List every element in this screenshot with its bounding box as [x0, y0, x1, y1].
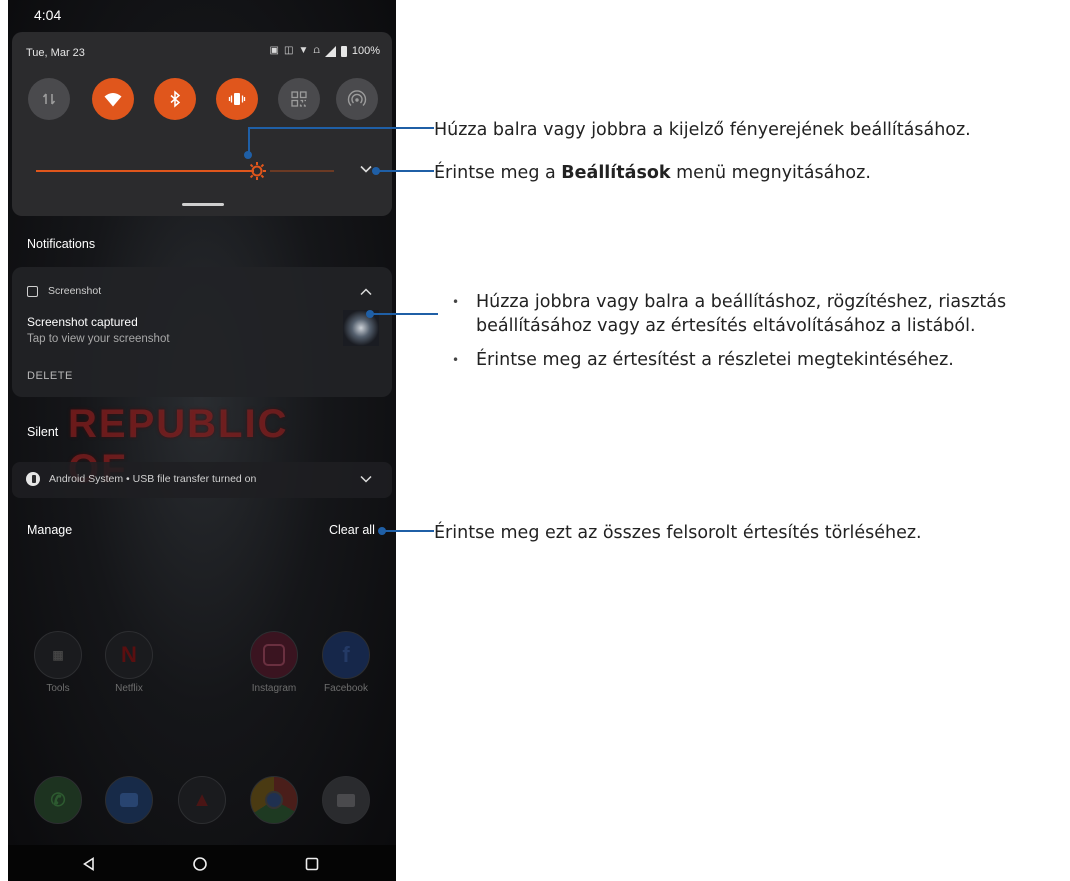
app-netflix[interactable]: N Netflix: [104, 631, 154, 694]
data-arrows-icon: [42, 93, 56, 105]
tile-wifi[interactable]: [92, 78, 134, 120]
silent-header: Silent: [27, 425, 59, 439]
brightness-callout-line: [248, 127, 434, 129]
settings-callout-line: [378, 170, 434, 172]
vibrate-icon: [228, 93, 246, 105]
dock-camera[interactable]: [321, 776, 371, 828]
hotspot-icon: [347, 90, 367, 106]
battery-icon: [340, 45, 347, 57]
wallpaper-banner: REPUBLIC OF: [68, 402, 289, 491]
brightness-callout-line: [248, 128, 250, 154]
camera-icon: [322, 776, 370, 824]
drag-handle[interactable]: [182, 203, 224, 206]
bluetooth-icon: [170, 90, 181, 108]
navigation-bar: [8, 845, 396, 881]
screenshot-notification[interactable]: Screenshot Screenshot captured Tap to vi…: [12, 267, 392, 397]
android-system-icon: [26, 472, 40, 486]
clear-all-callout: Érintse meg ezt az összes felsorolt érte…: [434, 523, 922, 543]
tile-vibrate[interactable]: [216, 78, 258, 120]
tile-qr-scanner[interactable]: [278, 78, 320, 120]
app-instagram[interactable]: Instagram: [249, 631, 299, 694]
app-label: Instagram: [251, 683, 297, 694]
tile-mobile-data[interactable]: [28, 78, 70, 120]
volte-icon: ⩍: [313, 45, 320, 56]
notifications-header: Notifications: [27, 237, 96, 251]
qs-status-icons: ▣ ◫ ▼ ⩍ 100%: [270, 45, 380, 57]
instagram-icon: [250, 631, 298, 679]
status-time: 4:04: [34, 7, 62, 23]
chevron-down-icon[interactable]: [359, 164, 373, 174]
notification-callout-list: Húzza jobbra vagy balra a beállításhoz, …: [442, 290, 1062, 372]
notification-app-name: Screenshot: [48, 285, 102, 297]
netflix-icon: N: [105, 631, 153, 679]
phone-icon: ✆: [34, 776, 82, 824]
back-icon[interactable]: [81, 856, 97, 872]
facebook-icon: f: [322, 631, 370, 679]
delete-button[interactable]: DELETE: [27, 370, 73, 382]
nfc-icon: ▣: [269, 45, 279, 56]
rog-launcher-icon: ▲: [178, 776, 226, 824]
chevron-down-icon[interactable]: [359, 475, 373, 484]
settings-callout: Érintse meg a Beállítások menü megnyitás…: [434, 161, 871, 185]
dock-messages[interactable]: [104, 776, 154, 828]
chrome-icon: [250, 776, 298, 824]
recents-icon[interactable]: [304, 856, 320, 872]
notification-tap-callout: Érintse meg az értesítést a részletei me…: [442, 348, 1062, 372]
quick-settings-panel[interactable]: Tue, Mar 23 ▣ ◫ ▼ ⩍ 100%: [12, 32, 392, 216]
vibrate-status-icon: ◫: [284, 45, 294, 56]
tools-folder-icon: ▦: [34, 631, 82, 679]
notification-app: Screenshot: [27, 285, 101, 297]
dock-launcher[interactable]: ▲: [177, 776, 227, 828]
notification-callout-line: [372, 313, 438, 315]
settings-callout-suffix: menü megnyitásához.: [670, 163, 871, 183]
settings-callout-bold: Beállítások: [561, 163, 671, 183]
qr-code-icon: [291, 91, 307, 107]
android-system-text: Android System • USB file transfer turne…: [49, 473, 257, 485]
chevron-up-icon[interactable]: [359, 287, 373, 296]
notification-text: Tap to view your screenshot: [27, 333, 170, 345]
clear-all-button[interactable]: Clear all: [329, 523, 375, 537]
home-icon[interactable]: [192, 856, 208, 872]
manage-button[interactable]: Manage: [27, 523, 72, 537]
battery-percent: 100%: [351, 45, 380, 57]
brightness-slider-track[interactable]: [270, 170, 334, 172]
qs-date: Tue, Mar 23: [26, 47, 85, 59]
app-tools[interactable]: ▦ Tools: [33, 631, 83, 694]
brightness-slider-filled[interactable]: [36, 170, 254, 172]
app-label: Tools: [46, 683, 70, 694]
notification-title: Screenshot captured: [27, 315, 138, 329]
signal-icon: [324, 45, 336, 57]
app-label: Facebook: [324, 683, 368, 694]
app-label: Netflix: [115, 683, 143, 694]
tile-hotspot[interactable]: [336, 78, 378, 120]
wifi-status-icon: ▼: [298, 45, 309, 56]
dock-phone[interactable]: ✆: [33, 776, 83, 828]
dock-chrome[interactable]: [249, 776, 299, 828]
android-system-notification[interactable]: Android System • USB file transfer turne…: [12, 462, 392, 498]
app-facebook[interactable]: f Facebook: [321, 631, 371, 694]
wifi-icon: [104, 93, 122, 107]
tile-bluetooth[interactable]: [154, 78, 196, 120]
phone-screen: 4:04 Tue, Mar 23 ▣ ◫ ▼ ⩍ 100% Notificati…: [8, 0, 396, 881]
settings-callout-prefix: Érintse meg a: [434, 163, 562, 183]
brightness-callout: Húzza balra vagy jobbra a kijelző fényer…: [434, 120, 971, 140]
clear-all-callout-line: [384, 530, 434, 532]
image-icon: [27, 285, 38, 297]
notification-swipe-callout: Húzza jobbra vagy balra a beállításhoz, …: [442, 290, 1066, 338]
messages-icon: [105, 776, 153, 824]
brightness-sun-icon[interactable]: [246, 160, 268, 182]
